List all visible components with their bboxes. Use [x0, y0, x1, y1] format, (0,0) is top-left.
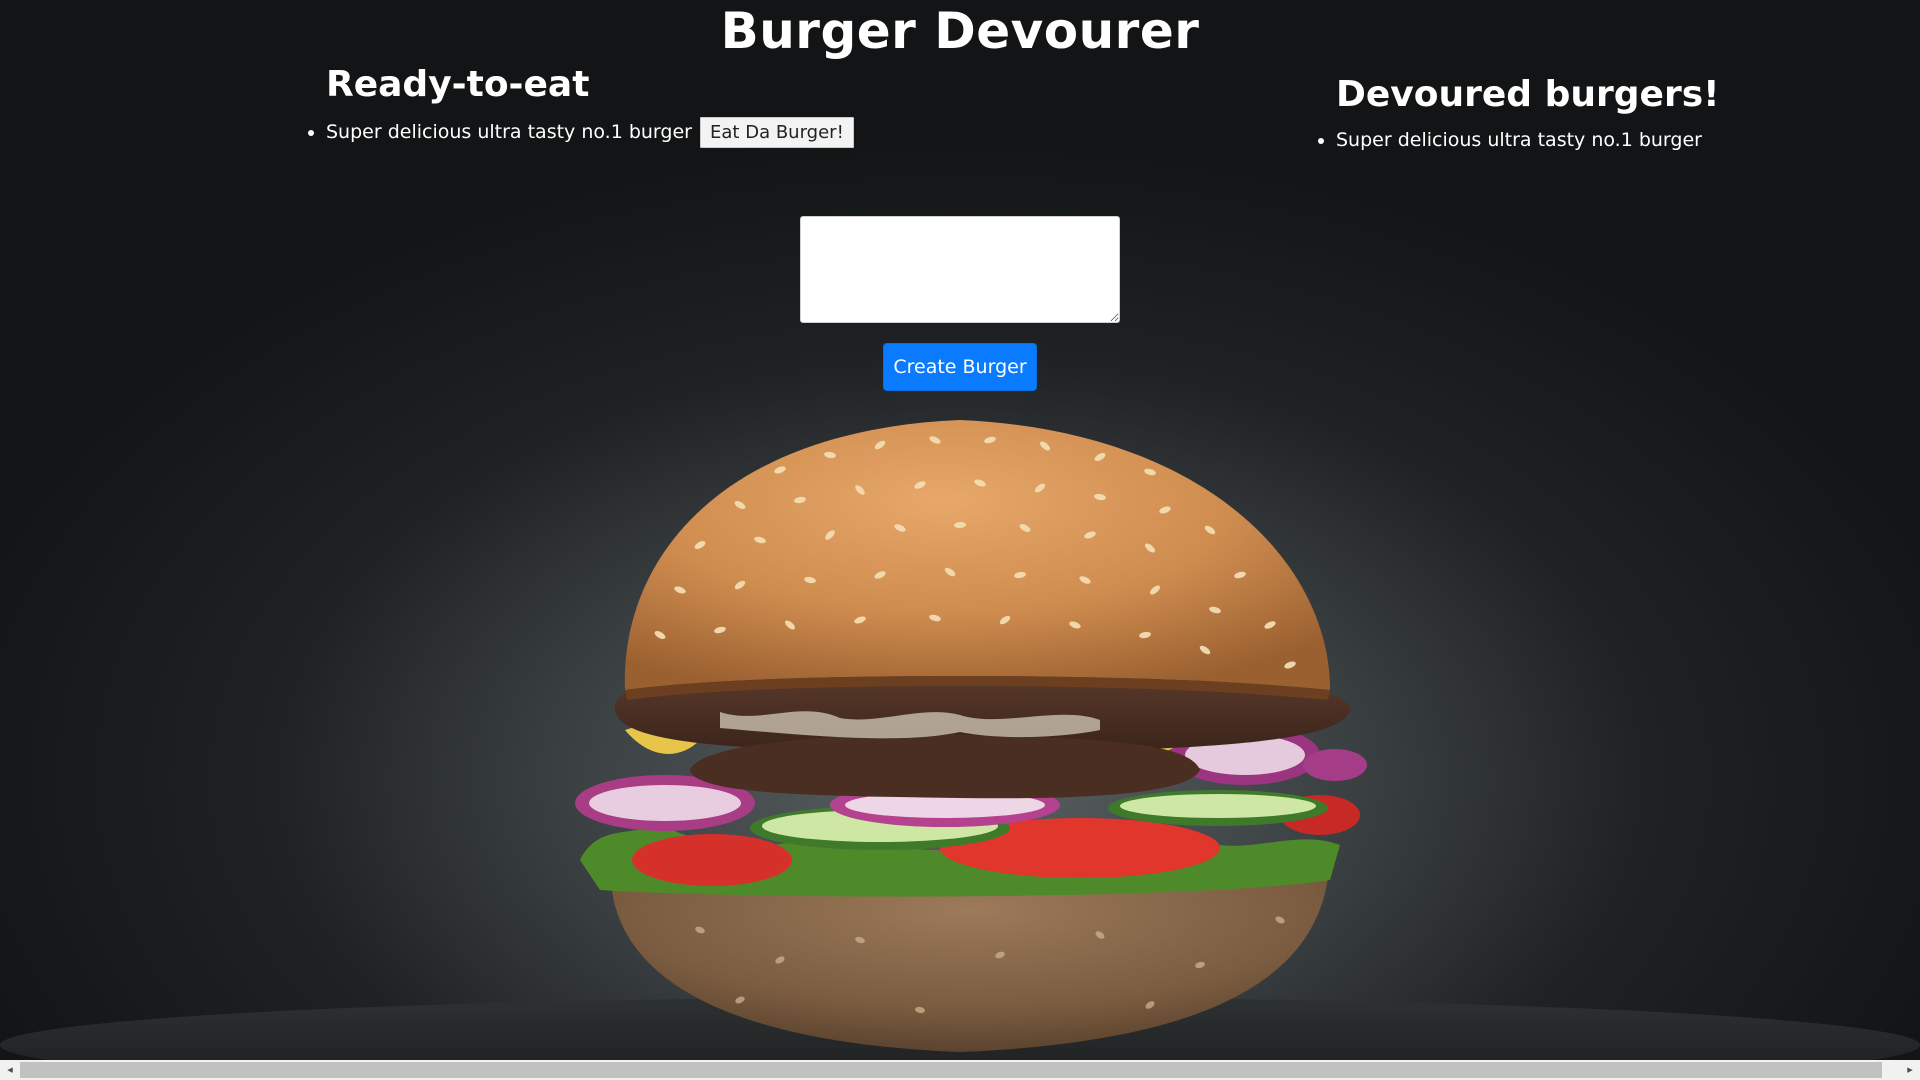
burger-name: Super delicious ultra tasty no.1 burger — [1336, 129, 1702, 151]
burger-name-input[interactable] — [800, 216, 1120, 323]
ready-to-eat-heading: Ready-to-eat — [326, 64, 590, 105]
ready-to-eat-section: Ready-to-eat Super delicious ultra tasty… — [302, 64, 854, 151]
ready-to-eat-list: Super delicious ultra tasty no.1 burger … — [302, 113, 854, 151]
page-title: Burger Devourer — [720, 2, 1200, 60]
devoured-list: Super delicious ultra tasty no.1 burger — [1312, 121, 1720, 159]
eat-burger-button[interactable]: Eat Da Burger! — [700, 117, 854, 148]
devoured-section: Devoured burgers! Super delicious ultra … — [1312, 74, 1720, 159]
burger-name: Super delicious ultra tasty no.1 burger — [326, 121, 692, 143]
scroll-left-arrow-icon[interactable]: ◂ — [0, 1060, 20, 1080]
scroll-right-arrow-icon[interactable]: ▸ — [1900, 1060, 1920, 1080]
devoured-heading: Devoured burgers! — [1336, 74, 1720, 115]
burger-background-image — [0, 420, 1920, 1060]
create-burger-button[interactable]: Create Burger — [883, 343, 1037, 391]
horizontal-scrollbar[interactable]: ◂ ▸ — [0, 1060, 1920, 1080]
list-item: Super delicious ultra tasty no.1 burger … — [326, 113, 854, 151]
scrollbar-thumb[interactable] — [20, 1062, 1882, 1078]
list-item: Super delicious ultra tasty no.1 burger — [1336, 121, 1720, 159]
